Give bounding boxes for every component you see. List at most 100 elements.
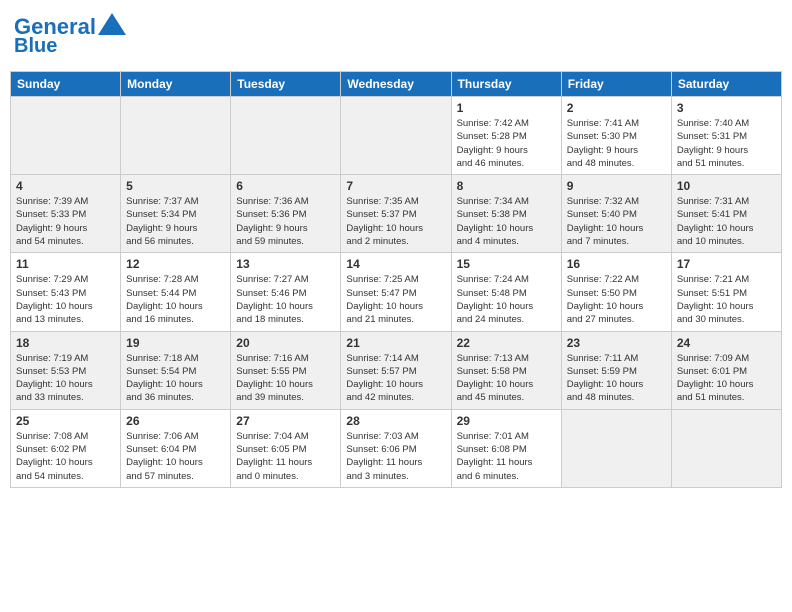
day-number: 22 — [457, 336, 556, 350]
day-number: 14 — [346, 257, 445, 271]
calendar-cell: 17 Sunrise: 7:21 AM Sunset: 5:51 PM Dayli… — [671, 253, 781, 331]
calendar-cell: 9 Sunrise: 7:32 AM Sunset: 5:40 PM Daylig… — [561, 175, 671, 253]
week-row-3: 11 Sunrise: 7:29 AM Sunset: 5:43 PM Dayli… — [11, 253, 782, 331]
calendar-cell — [11, 97, 121, 175]
day-info: Sunrise: 7:21 AM Sunset: 5:51 PM Dayligh… — [677, 273, 776, 326]
day-number: 11 — [16, 257, 115, 271]
calendar-cell: 15 Sunrise: 7:24 AM Sunset: 5:48 PM Dayli… — [451, 253, 561, 331]
day-number: 3 — [677, 101, 776, 115]
calendar-cell: 22 Sunrise: 7:13 AM Sunset: 5:58 PM Dayli… — [451, 331, 561, 409]
day-info: Sunrise: 7:13 AM Sunset: 5:58 PM Dayligh… — [457, 352, 556, 405]
day-number: 6 — [236, 179, 335, 193]
day-number: 2 — [567, 101, 666, 115]
logo-arrow-icon — [98, 13, 126, 35]
calendar-cell: 14Sunrise: 7:25 AM Sunset: 5:47 PM Dayli… — [341, 253, 451, 331]
weekday-friday: Friday — [561, 72, 671, 97]
calendar-cell — [231, 97, 341, 175]
calendar-cell: 5 Sunrise: 7:37 AM Sunset: 5:34 PM Daylig… — [121, 175, 231, 253]
day-info: Sunrise: 7:09 AM Sunset: 6:01 PM Dayligh… — [677, 352, 776, 405]
day-number: 17 — [677, 257, 776, 271]
day-number: 21 — [346, 336, 445, 350]
day-info: Sunrise: 7:24 AM Sunset: 5:48 PM Dayligh… — [457, 273, 556, 326]
calendar-cell: 10 Sunrise: 7:31 AM Sunset: 5:41 PM Dayli… — [671, 175, 781, 253]
day-info: Sunrise: 7:29 AM Sunset: 5:43 PM Dayligh… — [16, 273, 115, 326]
day-number: 10 — [677, 179, 776, 193]
calendar-cell: 24 Sunrise: 7:09 AM Sunset: 6:01 PM Dayli… — [671, 331, 781, 409]
calendar-cell: 4 Sunrise: 7:39 AM Sunset: 5:33 PM Daylig… — [11, 175, 121, 253]
day-number: 23 — [567, 336, 666, 350]
day-info: Sunrise: 7:19 AM Sunset: 5:53 PM Dayligh… — [16, 352, 115, 405]
calendar-cell: 18 Sunrise: 7:19 AM Sunset: 5:53 PM Dayli… — [11, 331, 121, 409]
calendar-cell: 8 Sunrise: 7:34 AM Sunset: 5:38 PM Daylig… — [451, 175, 561, 253]
day-info: Sunrise: 7:31 AM Sunset: 5:41 PM Dayligh… — [677, 195, 776, 248]
day-info: Sunrise: 7:36 AM Sunset: 5:36 PM Dayligh… — [236, 195, 335, 248]
day-info: Sunrise: 7:14 AM Sunset: 5:57 PM Dayligh… — [346, 352, 445, 405]
day-number: 13 — [236, 257, 335, 271]
day-number: 29 — [457, 414, 556, 428]
calendar-cell — [561, 409, 671, 487]
day-number: 28 — [346, 414, 445, 428]
calendar-cell: 11 Sunrise: 7:29 AM Sunset: 5:43 PM Dayli… — [11, 253, 121, 331]
day-number: 7 — [346, 179, 445, 193]
day-number: 24 — [677, 336, 776, 350]
page-header: General Blue — [10, 10, 782, 63]
day-number: 8 — [457, 179, 556, 193]
calendar-cell: 21 Sunrise: 7:14 AM Sunset: 5:57 PM Dayli… — [341, 331, 451, 409]
day-number: 12 — [126, 257, 225, 271]
week-row-2: 4 Sunrise: 7:39 AM Sunset: 5:33 PM Daylig… — [11, 175, 782, 253]
day-info: Sunrise: 7:08 AM Sunset: 6:02 PM Dayligh… — [16, 430, 115, 483]
day-info: Sunrise: 7:42 AM Sunset: 5:28 PM Dayligh… — [457, 117, 556, 170]
day-number: 25 — [16, 414, 115, 428]
day-info: Sunrise: 7:03 AM Sunset: 6:06 PM Dayligh… — [346, 430, 445, 483]
day-number: 5 — [126, 179, 225, 193]
calendar-cell — [121, 97, 231, 175]
day-info: Sunrise: 7:11 AM Sunset: 5:59 PM Dayligh… — [567, 352, 666, 405]
weekday-thursday: Thursday — [451, 72, 561, 97]
day-number: 18 — [16, 336, 115, 350]
day-info: Sunrise: 7:27 AM Sunset: 5:46 PM Dayligh… — [236, 273, 335, 326]
day-info: Sunrise: 7:06 AM Sunset: 6:04 PM Dayligh… — [126, 430, 225, 483]
day-info: Sunrise: 7:39 AM Sunset: 5:33 PM Dayligh… — [16, 195, 115, 248]
day-number: 9 — [567, 179, 666, 193]
weekday-monday: Monday — [121, 72, 231, 97]
calendar-cell — [671, 409, 781, 487]
logo-blue-text: Blue — [14, 35, 57, 57]
day-info: Sunrise: 7:22 AM Sunset: 5:50 PM Dayligh… — [567, 273, 666, 326]
day-info: Sunrise: 7:32 AM Sunset: 5:40 PM Dayligh… — [567, 195, 666, 248]
day-number: 19 — [126, 336, 225, 350]
calendar-cell: 1Sunrise: 7:42 AM Sunset: 5:28 PM Daylig… — [451, 97, 561, 175]
day-number: 15 — [457, 257, 556, 271]
day-info: Sunrise: 7:04 AM Sunset: 6:05 PM Dayligh… — [236, 430, 335, 483]
weekday-wednesday: Wednesday — [341, 72, 451, 97]
weekday-header-row: SundayMondayTuesdayWednesdayThursdayFrid… — [11, 72, 782, 97]
weekday-saturday: Saturday — [671, 72, 781, 97]
weekday-tuesday: Tuesday — [231, 72, 341, 97]
week-row-4: 18 Sunrise: 7:19 AM Sunset: 5:53 PM Dayli… — [11, 331, 782, 409]
calendar-cell: 26 Sunrise: 7:06 AM Sunset: 6:04 PM Dayli… — [121, 409, 231, 487]
day-info: Sunrise: 7:01 AM Sunset: 6:08 PM Dayligh… — [457, 430, 556, 483]
calendar-cell: 23 Sunrise: 7:11 AM Sunset: 5:59 PM Dayli… — [561, 331, 671, 409]
day-info: Sunrise: 7:37 AM Sunset: 5:34 PM Dayligh… — [126, 195, 225, 248]
calendar-cell: 25 Sunrise: 7:08 AM Sunset: 6:02 PM Dayli… — [11, 409, 121, 487]
calendar-cell: 28 Sunrise: 7:03 AM Sunset: 6:06 PM Dayli… — [341, 409, 451, 487]
calendar-cell: 29 Sunrise: 7:01 AM Sunset: 6:08 PM Dayli… — [451, 409, 561, 487]
day-number: 26 — [126, 414, 225, 428]
week-row-5: 25 Sunrise: 7:08 AM Sunset: 6:02 PM Dayli… — [11, 409, 782, 487]
calendar-cell: 7 Sunrise: 7:35 AM Sunset: 5:37 PM Daylig… — [341, 175, 451, 253]
day-info: Sunrise: 7:18 AM Sunset: 5:54 PM Dayligh… — [126, 352, 225, 405]
day-info: Sunrise: 7:28 AM Sunset: 5:44 PM Dayligh… — [126, 273, 225, 326]
calendar-cell — [341, 97, 451, 175]
calendar-cell: 3Sunrise: 7:40 AM Sunset: 5:31 PM Daylig… — [671, 97, 781, 175]
calendar-table: SundayMondayTuesdayWednesdayThursdayFrid… — [10, 71, 782, 488]
calendar-cell: 20Sunrise: 7:16 AM Sunset: 5:55 PM Dayli… — [231, 331, 341, 409]
day-info: Sunrise: 7:34 AM Sunset: 5:38 PM Dayligh… — [457, 195, 556, 248]
weekday-sunday: Sunday — [11, 72, 121, 97]
logo: General Blue — [14, 16, 126, 57]
day-info: Sunrise: 7:16 AM Sunset: 5:55 PM Dayligh… — [236, 352, 335, 405]
day-number: 4 — [16, 179, 115, 193]
calendar-cell: 19 Sunrise: 7:18 AM Sunset: 5:54 PM Dayli… — [121, 331, 231, 409]
week-row-1: 1Sunrise: 7:42 AM Sunset: 5:28 PM Daylig… — [11, 97, 782, 175]
calendar-cell: 12 Sunrise: 7:28 AM Sunset: 5:44 PM Dayli… — [121, 253, 231, 331]
calendar-cell: 27Sunrise: 7:04 AM Sunset: 6:05 PM Dayli… — [231, 409, 341, 487]
day-info: Sunrise: 7:35 AM Sunset: 5:37 PM Dayligh… — [346, 195, 445, 248]
